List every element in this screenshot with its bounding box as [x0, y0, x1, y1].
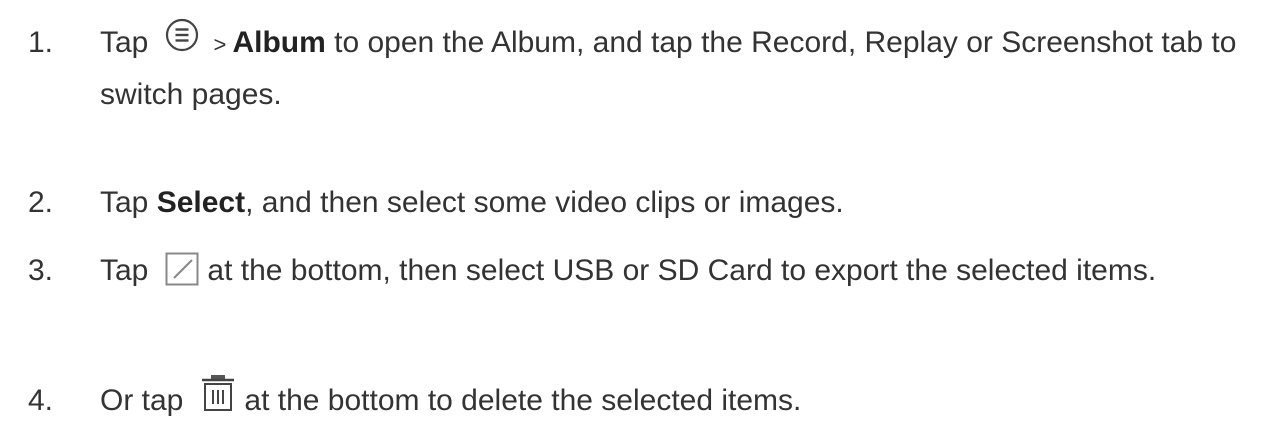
select-label: Select [156, 186, 246, 219]
export-icon [165, 252, 199, 286]
album-label: Album [232, 26, 326, 59]
step-text: Or tap at the bottom to delete the selec… [100, 374, 1260, 426]
step-text: Tap Select, and then select some video c… [100, 186, 844, 219]
menu-circle-icon [165, 18, 199, 52]
step-number: 3. [28, 254, 54, 287]
step-text: Tap > Album to open the Album, and tap t… [100, 18, 1260, 120]
step-text: Tap at the bottom, then select USB or SD… [100, 252, 1157, 287]
step-number: 4. [28, 384, 54, 417]
step-number: 2. [28, 186, 54, 219]
step-number: 1. [28, 26, 54, 59]
instruction-list: 1. Tap > Album to open the Album, and ta… [0, 0, 1281, 437]
trash-icon [200, 374, 236, 412]
